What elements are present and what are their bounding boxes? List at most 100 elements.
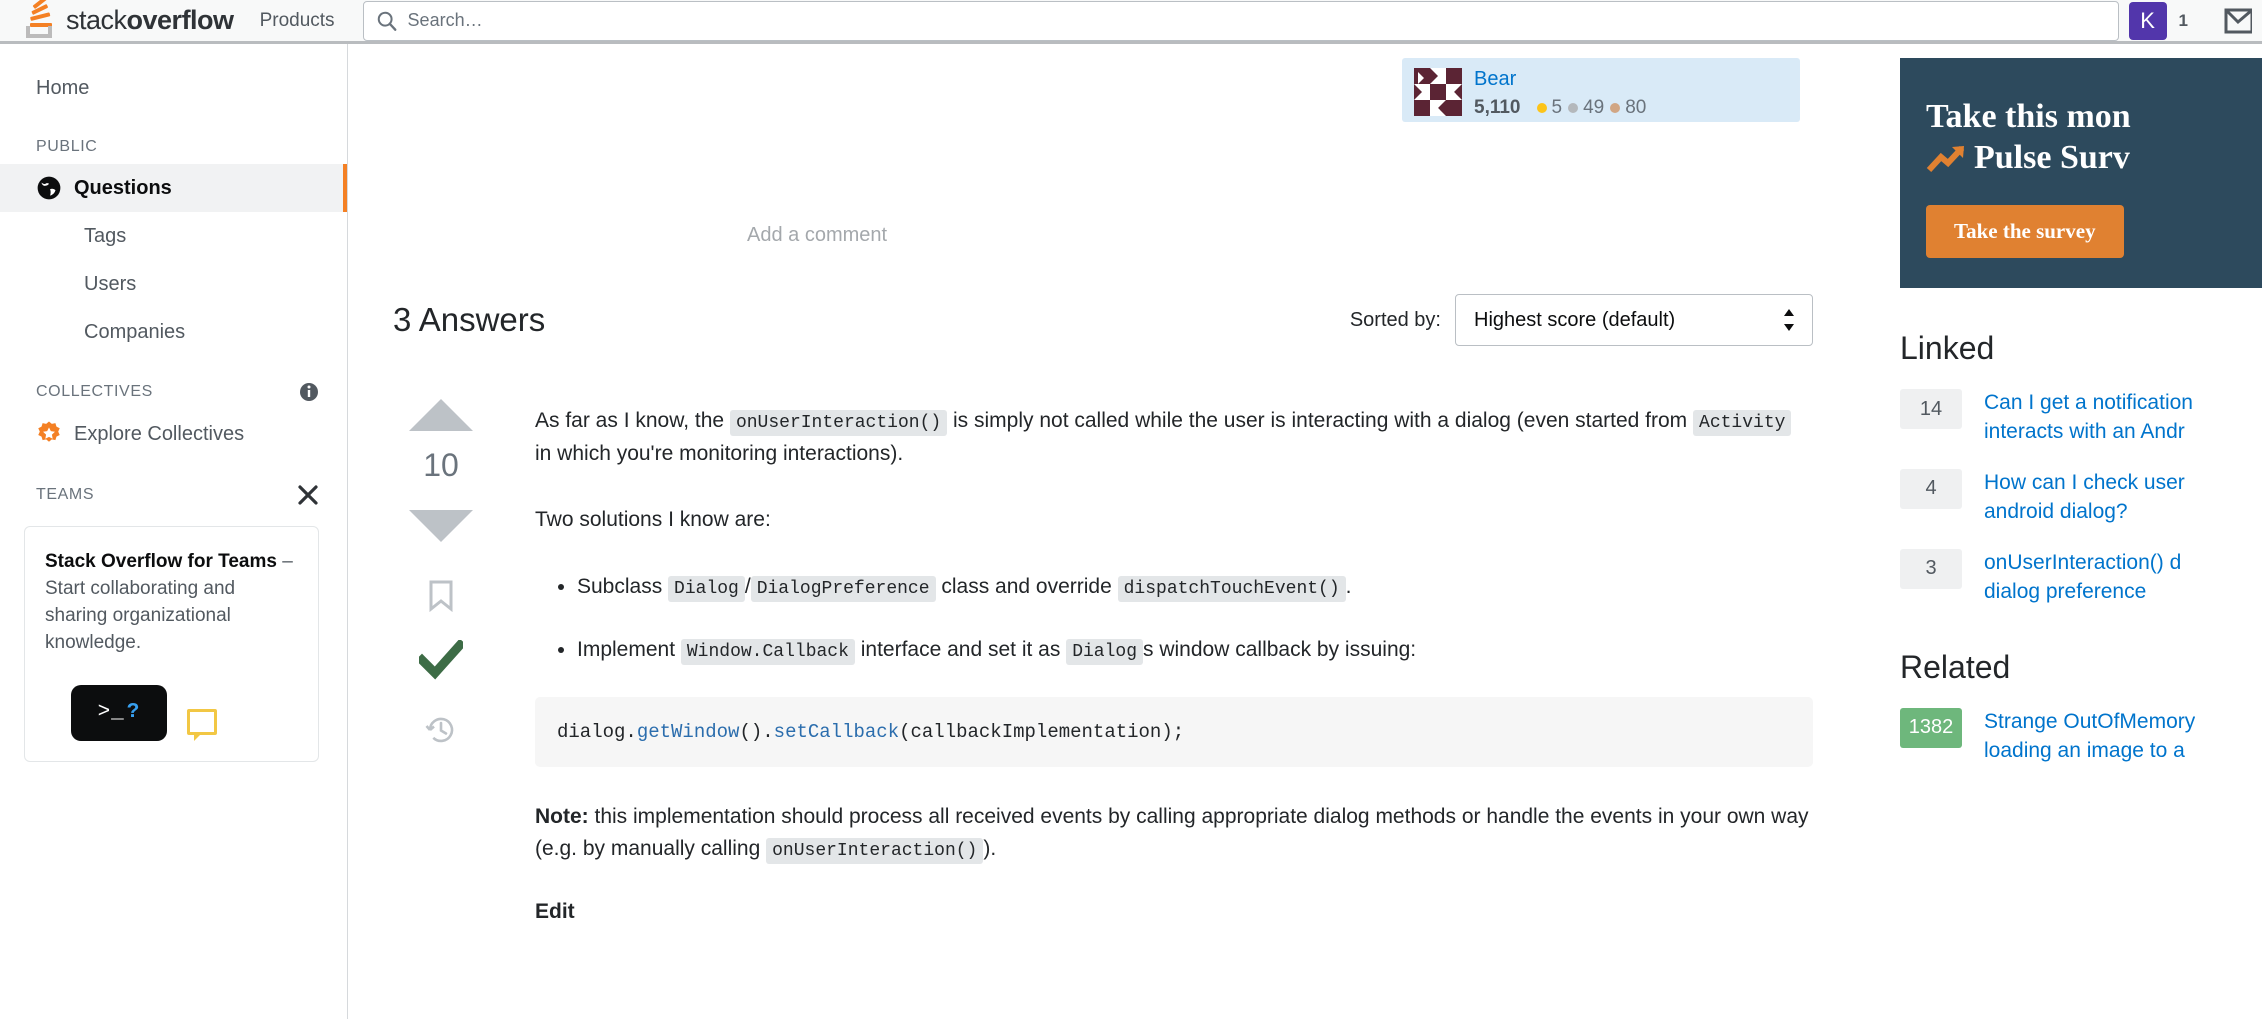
terminal-question: ? <box>126 701 141 725</box>
trending-up-icon <box>1926 146 1965 173</box>
code-pre: dialog. <box>557 720 637 743</box>
avatar <box>1414 68 1462 116</box>
code-block: dialog.getWindow().setCallback(callbackI… <box>535 696 1813 767</box>
sort-select-value: Highest score (default) <box>1474 308 1676 331</box>
answer-author-card[interactable]: Bear 5,110 5 49 80 <box>1402 58 1800 122</box>
inbox-icon[interactable] <box>2222 7 2252 35</box>
li1-text-c: . <box>1345 574 1352 598</box>
list-item[interactable]: 3 onUserInteraction() d dialog preferenc… <box>1900 548 2262 607</box>
answer-note-paragraph: Note: this implementation should process… <box>535 801 1813 866</box>
chevron-updown-icon <box>1784 309 1794 331</box>
search-input[interactable]: Search… <box>362 0 2119 41</box>
code-fn-getwindow: getWindow <box>636 720 740 743</box>
promo-banner[interactable]: Take this mon Pulse Surv Take the survey <box>1900 58 2262 288</box>
teams-promo-card[interactable]: Stack Overflow for Teams – Start collabo… <box>24 526 319 762</box>
edit-link[interactable]: Edit <box>535 900 1813 924</box>
list-item: Subclass Dialog/DialogPreference class a… <box>577 571 1813 604</box>
gold-badge-count: 5 <box>1551 97 1563 118</box>
p1-text-a: As far as I know, the <box>535 409 730 432</box>
code-post: (callbackImplementation); <box>899 720 1185 743</box>
sidebar-item-label: Home <box>36 76 90 99</box>
answer-body: As far as I know, the onUserInteraction(… <box>489 399 1813 924</box>
note-text-a: this implementation should process all r… <box>535 804 1809 861</box>
li1-inline-code-2: DialogPreference <box>750 575 936 602</box>
vote-controls: 10 <box>393 399 489 924</box>
sort-label: Sorted by: <box>1349 308 1441 331</box>
downvote-button[interactable] <box>409 510 473 542</box>
li1-text-a: Subclass <box>577 574 669 598</box>
linked-question-link[interactable]: onUserInteraction() d dialog preference <box>1984 549 2181 607</box>
sidebar-heading-collectives: COLLECTIVES <box>0 356 347 410</box>
stack-overflow-logo-icon <box>26 0 57 38</box>
sidebar-item-tags[interactable]: Tags <box>0 212 347 260</box>
history-icon[interactable] <box>425 714 457 746</box>
sort-select[interactable]: Highest score (default) <box>1455 294 1813 346</box>
answers-header: 3 Answers Sorted by: Highest score (defa… <box>393 294 1813 346</box>
author-reputation: 5,110 <box>1474 97 1521 118</box>
linked-title-line2: interacts with an Andr <box>1984 419 2185 443</box>
code-mid: (). <box>739 720 774 743</box>
p1-text-b: is simply not called while the user is i… <box>947 409 1694 432</box>
linked-heading: Linked <box>1900 330 1995 366</box>
related-title-line1: Strange OutOfMemory <box>1984 709 2196 733</box>
terminal-icon: >_? <box>71 684 167 741</box>
linked-score-badge: 4 <box>1900 468 1962 509</box>
sidebar-item-explore-collectives[interactable]: Explore Collectives <box>0 410 347 458</box>
close-icon[interactable] <box>297 484 319 506</box>
p1-text-c: in which you're monitoring interactions)… <box>535 441 904 465</box>
sidebar-item-users[interactable]: Users <box>0 260 347 308</box>
related-question-link[interactable]: Strange OutOfMemory loading an image to … <box>1984 708 2195 766</box>
gold-badge-icon <box>1536 103 1547 113</box>
list-item: Implement Window.Callback interface and … <box>577 634 1813 667</box>
info-icon[interactable] <box>299 382 319 402</box>
globe-icon <box>37 176 61 200</box>
linked-title-line1: Can I get a notification <box>1984 391 2193 414</box>
linked-title-line2: android dialog? <box>1984 499 2128 523</box>
related-score-badge: 1382 <box>1900 707 1962 748</box>
promo-title-line2: Pulse Surv <box>1926 137 2236 178</box>
avatar[interactable]: K <box>2128 1 2167 40</box>
list-item[interactable]: 1382 Strange OutOfMemory loading an imag… <box>1900 707 2262 766</box>
teams-promo-title: Stack Overflow for Teams <box>45 551 277 572</box>
note-text-b: ). <box>983 837 997 861</box>
vote-score: 10 <box>423 447 459 483</box>
linked-title-line2: dialog preference <box>1984 579 2147 603</box>
linked-title-line1: How can I check user <box>1984 470 2185 494</box>
site-logo[interactable]: stackoverflow <box>0 0 244 43</box>
sidebar-item-home[interactable]: Home <box>0 64 347 112</box>
linked-question-link[interactable]: Can I get a notification interacts with … <box>1984 389 2193 447</box>
li2-text-c: s window callback by issuing: <box>1143 637 1417 661</box>
sort-control: Sorted by: Highest score (default) <box>1350 294 1813 346</box>
promo-title-line2-text: Pulse Surv <box>1974 139 2130 177</box>
main-content: Bear 5,110 5 49 80 Add a comment 3 Answe… <box>349 44 1895 1019</box>
answer-item: 10 As far as I know, the onUserInteracti… <box>393 399 1813 924</box>
p1-inline-code-1: onUserInteraction() <box>729 410 948 436</box>
author-name[interactable]: Bear <box>1474 68 1646 90</box>
li1-inline-code-3: dispatchTouchEvent() <box>1117 575 1346 602</box>
answer-solutions-list: Subclass Dialog/DialogPreference class a… <box>535 571 1813 667</box>
reputation-count: 1 <box>2178 10 2188 30</box>
note-label: Note: <box>535 804 589 828</box>
related-title-line2: loading an image to a <box>1984 738 2185 762</box>
upvote-button[interactable] <box>409 399 473 431</box>
author-stats: 5,110 5 49 80 <box>1474 97 1646 119</box>
sidebar-heading-public: PUBLIC <box>0 112 347 164</box>
accepted-answer-check-icon <box>419 640 463 680</box>
bronze-badge-count: 80 <box>1625 97 1647 118</box>
silver-badge-count: 49 <box>1583 97 1605 118</box>
linked-question-link[interactable]: How can I check user android dialog? <box>1984 469 2185 527</box>
take-survey-button[interactable]: Take the survey <box>1926 204 2124 258</box>
sidebar-item-questions[interactable]: Questions <box>0 164 347 212</box>
li2-text-b: interface and set it as <box>854 637 1067 661</box>
bronze-badge-icon <box>1610 103 1621 113</box>
list-item[interactable]: 4 How can I check user android dialog? <box>1900 468 2262 527</box>
add-comment-link[interactable]: Add a comment <box>747 224 887 247</box>
bookmark-icon[interactable] <box>427 580 455 612</box>
sidebar-item-companies[interactable]: Companies <box>0 308 347 356</box>
list-item[interactable]: 14 Can I get a notification interacts wi… <box>1900 389 2262 447</box>
sidebar-item-label: Questions <box>74 176 172 199</box>
right-sidebar: Take this mon Pulse Surv Take the survey… <box>1896 44 2262 1019</box>
li1-inline-code-1: Dialog <box>668 575 745 602</box>
nav-products[interactable]: Products <box>244 0 351 43</box>
linked-score-badge: 14 <box>1900 389 1962 429</box>
